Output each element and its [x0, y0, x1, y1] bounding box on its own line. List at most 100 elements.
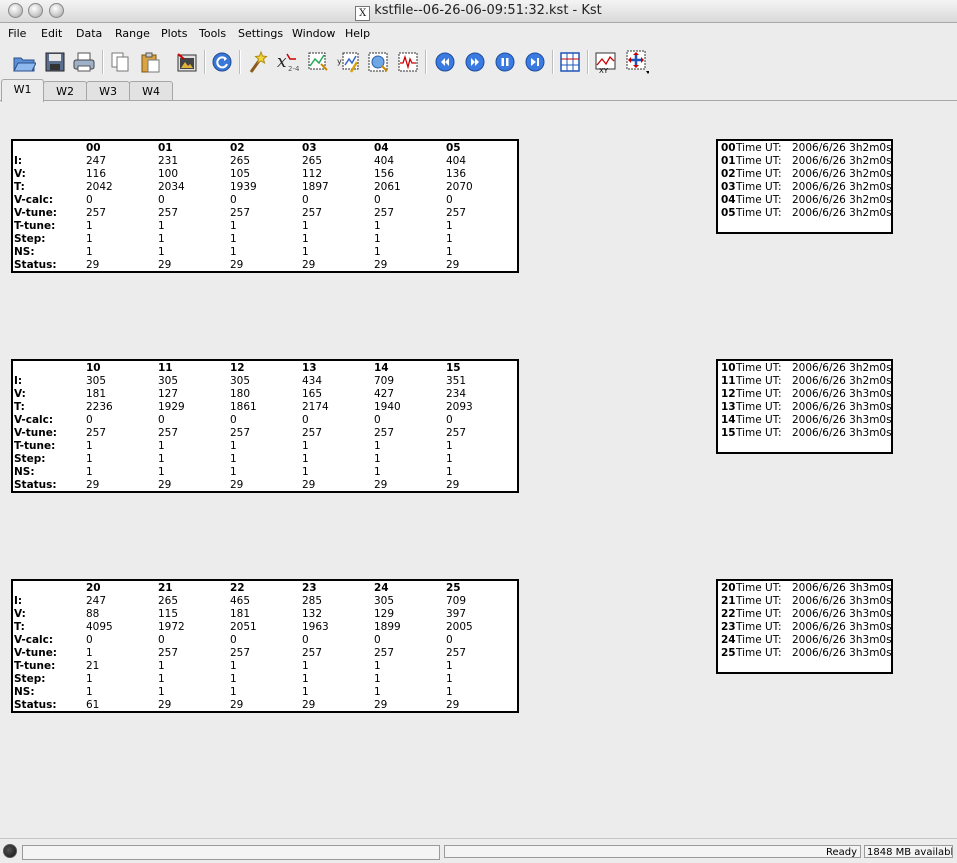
table-cell: 1: [446, 453, 453, 465]
row-label: NS:: [14, 686, 35, 698]
reload-icon[interactable]: [210, 50, 234, 74]
column-header: 10: [86, 362, 101, 374]
menu-bar: File Edit Data Range Plots Tools Setting…: [0, 23, 957, 43]
table-cell: 1: [446, 220, 453, 232]
table-cell: 100: [158, 168, 179, 180]
column-header: 01: [158, 142, 173, 154]
table-cell: 129: [374, 608, 395, 620]
table-cell: 1: [374, 220, 381, 232]
column-header: 15: [446, 362, 461, 374]
time-value: 2006/6/26 3h2m0s: [792, 142, 892, 154]
table-cell: 2034: [158, 181, 185, 193]
table-cell: 0: [374, 634, 381, 646]
equation-icon[interactable]: x 2-4: [276, 50, 300, 74]
time-label: Time UT:: [736, 375, 782, 387]
table-cell: 1: [302, 660, 309, 672]
table-cell: 257: [230, 207, 251, 219]
time-label: Time UT:: [736, 388, 782, 400]
menu-tools[interactable]: Tools: [199, 27, 226, 40]
table-cell: 1: [374, 673, 381, 685]
table-cell: 257: [230, 427, 251, 439]
tab-w3[interactable]: W3: [86, 81, 130, 101]
window-tabs: W1 W2 W3 W4: [0, 79, 957, 102]
menu-range[interactable]: Range: [115, 27, 150, 40]
grid-layout-icon[interactable]: [558, 50, 582, 74]
layout-mode-icon[interactable]: [625, 50, 649, 74]
table-cell: 1: [446, 233, 453, 245]
table-cell: 1: [230, 233, 237, 245]
menu-window[interactable]: Window: [292, 27, 335, 40]
print-icon[interactable]: [72, 50, 96, 74]
export-image-icon[interactable]: [175, 50, 199, 74]
menu-data[interactable]: Data: [76, 27, 102, 40]
data-table-panel[interactable]: 10 11 12 13 14 15 I: 305 305 305 434 709 351 V: 181 127…: [11, 359, 519, 493]
menu-edit[interactable]: Edit: [41, 27, 62, 40]
read-to-end-icon[interactable]: [523, 50, 547, 74]
table-cell: 257: [230, 647, 251, 659]
menu-plots[interactable]: Plots: [161, 27, 187, 40]
time-label: Time UT:: [736, 194, 782, 206]
table-cell: 0: [86, 634, 93, 646]
data-table-panel[interactable]: 00 01 02 03 04 05 I: 247 231 265 265 404 404 V: 116 100…: [11, 139, 519, 273]
tab-w2[interactable]: W2: [43, 81, 87, 101]
forward-icon[interactable]: [463, 50, 487, 74]
table-cell: 1: [374, 233, 381, 245]
table-cell: 2051: [230, 621, 257, 633]
time-id: 23: [721, 621, 736, 633]
column-header: 11: [158, 362, 173, 374]
row-label: Step:: [14, 233, 46, 245]
back-icon[interactable]: [433, 50, 457, 74]
save-disk-icon[interactable]: [43, 50, 67, 74]
table-cell: 1: [158, 673, 165, 685]
open-folder-icon[interactable]: [12, 50, 36, 74]
table-cell: 404: [374, 155, 395, 167]
pause-icon[interactable]: [493, 50, 517, 74]
table-cell: 1: [230, 440, 237, 452]
time-panel[interactable]: 00 Time UT: 2006/6/26 3h2m0s 01 Time UT: 2006…: [716, 139, 893, 234]
menu-file[interactable]: File: [8, 27, 26, 40]
table-cell: 247: [86, 155, 107, 167]
time-value: 2006/6/26 3h3m0s: [792, 621, 892, 633]
column-header: 25: [446, 582, 461, 594]
curve-icon[interactable]: y: [337, 50, 361, 74]
row-label: I:: [14, 375, 23, 387]
time-label: Time UT:: [736, 142, 782, 154]
spectrum-icon[interactable]: [396, 50, 420, 74]
time-label: Time UT:: [736, 362, 782, 374]
table-cell: 1: [158, 453, 165, 465]
row-label: I:: [14, 155, 23, 167]
histogram-icon[interactable]: [366, 50, 390, 74]
table-cell: 709: [446, 595, 467, 607]
plot-dialog-icon[interactable]: [306, 50, 330, 74]
data-wizard-icon[interactable]: [245, 50, 269, 74]
table-cell: 0: [374, 414, 381, 426]
paste-icon[interactable]: [138, 50, 162, 74]
copy-icon[interactable]: [108, 50, 132, 74]
table-cell: 180: [230, 388, 251, 400]
tab-w1[interactable]: W1: [1, 79, 44, 102]
table-cell: 136: [446, 168, 467, 180]
time-value: 2006/6/26 3h2m0s: [792, 181, 892, 193]
table-cell: 1: [374, 466, 381, 478]
toolbar: x 2-4 y XY: [0, 44, 957, 78]
time-label: Time UT:: [736, 427, 782, 439]
time-panel[interactable]: 20 Time UT: 2006/6/26 3h3m0s 21 Time UT: 2006…: [716, 579, 893, 674]
time-label: Time UT:: [736, 608, 782, 620]
table-cell: 29: [374, 259, 388, 271]
xy-zoom-icon[interactable]: XY: [594, 50, 618, 74]
data-table-panel[interactable]: 20 21 22 23 24 25 I: 247 265 465 285 305 709 V: 88 115 1…: [11, 579, 519, 713]
time-id: 15: [721, 427, 736, 439]
time-id: 03: [721, 181, 736, 193]
table-cell: 265: [302, 155, 323, 167]
time-value: 2006/6/26 3h3m0s: [792, 634, 892, 646]
time-panel[interactable]: 10 Time UT: 2006/6/26 3h2m0s 11 Time UT: 2006…: [716, 359, 893, 454]
table-cell: 0: [446, 634, 453, 646]
table-cell: 4095: [86, 621, 113, 633]
time-label: Time UT:: [736, 401, 782, 413]
tab-w4[interactable]: W4: [129, 81, 173, 101]
time-value: 2006/6/26 3h2m0s: [792, 375, 892, 387]
menu-help[interactable]: Help: [345, 27, 370, 40]
status-bar: Ready 1848 MB available: [0, 838, 957, 863]
menu-settings[interactable]: Settings: [238, 27, 283, 40]
time-value: 2006/6/26 3h2m0s: [792, 155, 892, 167]
